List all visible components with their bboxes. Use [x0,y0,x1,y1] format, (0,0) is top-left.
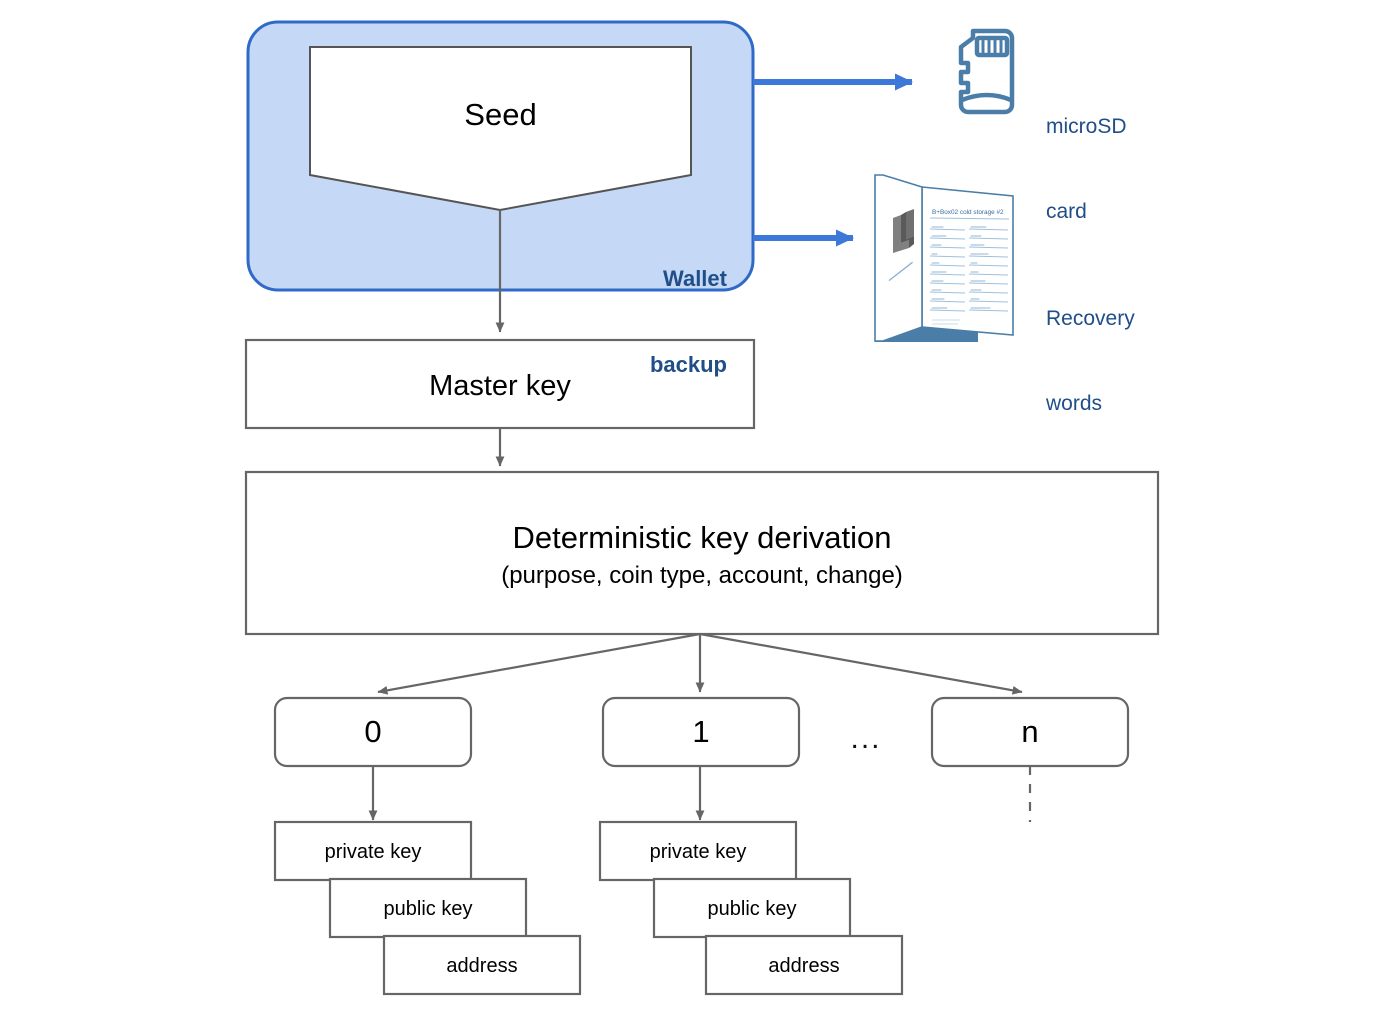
microsd-card-icon [958,28,1015,115]
index-label-n: n [1021,714,1039,749]
recovery-words-label-line1: Recovery [1046,306,1135,330]
microsd-card-label-line2: card [1046,199,1087,223]
seed-label: Seed [464,97,537,132]
connector-derivation-to-index-0 [377,632,701,695]
index-label-0: 0 [364,714,382,749]
master-key-label: Master key [429,370,571,402]
connector-derivation-to-index-n [699,632,1023,695]
recovery-sheet-icon: B+Box02 cold storage #2 [874,174,1014,342]
recovery-words-label: Recovery words [1046,248,1246,475]
public-key-label-1: public key [707,898,797,920]
recovery-sheet-header: B+Box02 cold storage #2 [932,209,1004,216]
wallet-backup-label-line1: Wallet [663,266,727,292]
microsd-card-label-line1: microSD [1046,114,1127,138]
address-label-0: address [446,955,518,977]
index-label-1: 1 [692,714,710,749]
private-key-label-0: private key [324,841,422,863]
derivation-title: Deterministic key derivation [512,520,892,555]
diagram-canvas: B+Box02 cold storage #2 Seed Wallet back… [0,0,1400,1020]
public-key-label-0: public key [383,898,473,920]
derivation-subtitle: (purpose, coin type, account, change) [501,562,903,589]
private-key-label-1: private key [649,841,747,863]
address-label-1: address [768,955,840,977]
recovery-words-label-line2: words [1046,391,1103,415]
indices-ellipsis: ... [850,722,882,755]
